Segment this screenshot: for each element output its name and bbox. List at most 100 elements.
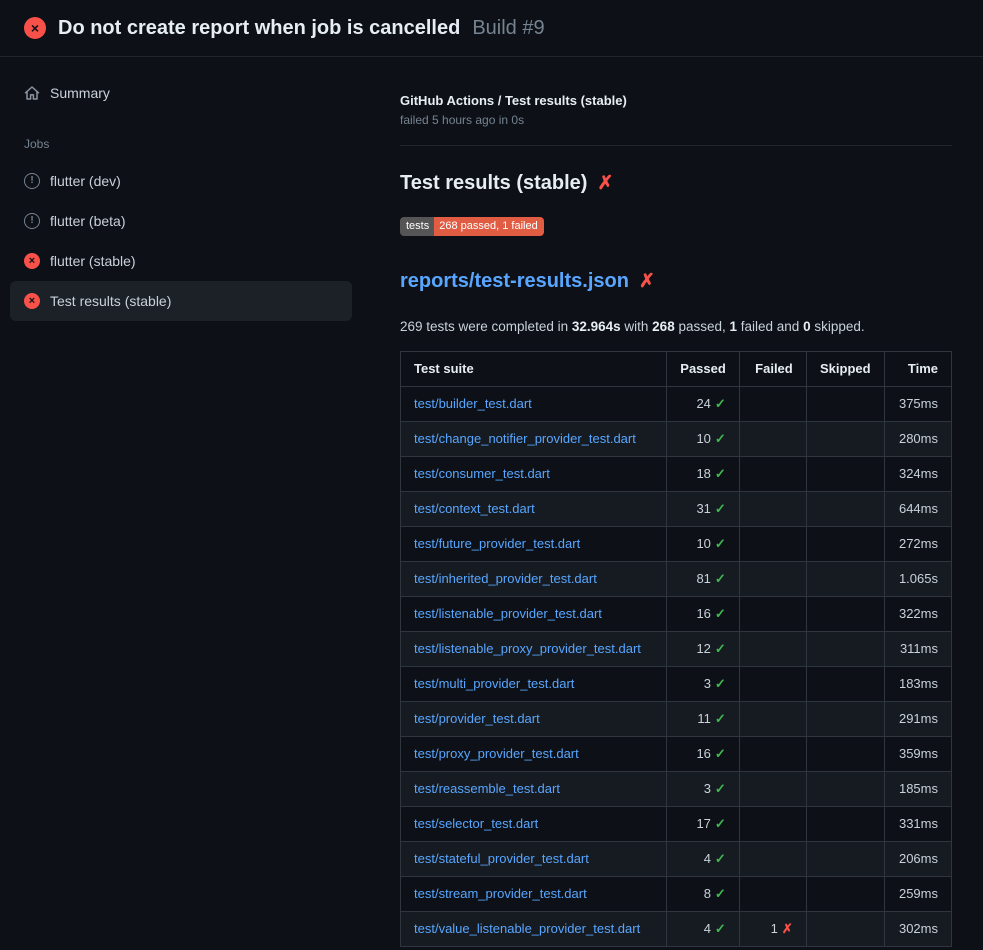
count-value: 4 (704, 851, 711, 866)
col-passed: Passed (667, 352, 740, 387)
sidebar-item-summary[interactable]: Summary (10, 73, 352, 113)
passed-cell: 18✓ (667, 457, 740, 492)
passed-cell: 4✓ (667, 912, 740, 947)
summary-mid3: failed and (737, 319, 803, 334)
test-suite-link[interactable]: test/value_listenable_provider_test.dart (414, 921, 640, 936)
suite-cell: test/proxy_provider_test.dart (401, 737, 667, 772)
test-suite-link[interactable]: test/reassemble_test.dart (414, 781, 560, 796)
table-row: test/consumer_test.dart 18✓ 324ms (401, 457, 952, 492)
failed-cell (739, 562, 806, 597)
time-cell: 644ms (884, 492, 951, 527)
summary-suffix: skipped. (811, 319, 865, 334)
test-suite-link[interactable]: test/context_test.dart (414, 501, 535, 516)
time-cell: 280ms (884, 422, 951, 457)
test-suite-link[interactable]: test/listenable_provider_test.dart (414, 606, 602, 621)
count-value: 11 (697, 711, 711, 726)
tests-badge: tests 268 passed, 1 failed (400, 217, 544, 236)
table-row: test/builder_test.dart24✓375ms (401, 387, 952, 422)
failed-cell (739, 772, 806, 807)
test-suite-link[interactable]: test/provider_test.dart (414, 711, 540, 726)
count-value: 3 (704, 676, 711, 691)
test-suite-link[interactable]: test/stateful_provider_test.dart (414, 851, 589, 866)
table-row: test/selector_test.dart 17✓ 331ms (401, 807, 952, 842)
count-value: 1 (771, 921, 778, 936)
count-value: 8 (704, 886, 711, 901)
table-header-row: Test suite Passed Failed Skipped Time (401, 352, 952, 387)
passed-cell: 16✓ (667, 597, 740, 632)
passed-cell: 12✓ (667, 632, 740, 667)
sidebar-job-item[interactable]: ! flutter (dev) (10, 161, 352, 201)
sidebar-job-item[interactable]: × Test results (stable) (10, 281, 352, 321)
col-failed: Failed (739, 352, 806, 387)
report-heading: reports/test-results.json ✗ (400, 270, 952, 293)
skipped-cell (806, 597, 884, 632)
failed-cell (739, 667, 806, 702)
col-time: Time (884, 352, 951, 387)
check-icon: ✓ (715, 676, 726, 691)
sidebar-job-label: flutter (beta) (50, 213, 125, 229)
suite-cell: test/stream_provider_test.dart (401, 877, 667, 912)
table-row: test/context_test.dart31✓644ms (401, 492, 952, 527)
count-value: 10 (696, 536, 710, 551)
test-suite-link[interactable]: test/change_notifier_provider_test.dart (414, 431, 636, 446)
test-suite-link[interactable]: test/future_provider_test.dart (414, 536, 580, 551)
failed-cell (739, 737, 806, 772)
sidebar-job-item[interactable]: × flutter (stable) (10, 241, 352, 281)
passed-cell: 4✓ (667, 842, 740, 877)
report-link[interactable]: reports/test-results.json (400, 270, 629, 293)
suite-cell: test/builder_test.dart (401, 387, 667, 422)
skipped-cell (806, 807, 884, 842)
table-row: test/inherited_provider_test.dart 81✓ 1.06… (401, 562, 952, 597)
suite-cell: test/reassemble_test.dart (401, 772, 667, 807)
time-cell: 259ms (884, 877, 951, 912)
x-circle-icon: × (24, 17, 46, 39)
failed-cell (739, 842, 806, 877)
sidebar-job-item[interactable]: ! flutter (beta) (10, 201, 352, 241)
sidebar-job-label: Test results (stable) (50, 293, 171, 309)
results-table-body: test/builder_test.dart24✓375mstest/chang… (401, 387, 952, 947)
alert-circle-icon: ! (24, 213, 40, 229)
table-row: test/proxy_provider_test.dart 16 ✓ 359ms (401, 737, 952, 772)
passed-cell: 11✓ (667, 702, 740, 737)
table-row: test/multi_provider_test.dart3✓183ms (401, 667, 952, 702)
suite-cell: test/inherited_provider_test.dart (401, 562, 667, 597)
time-cell: 324ms (884, 457, 951, 492)
sidebar-job-label: flutter (stable) (50, 253, 136, 269)
test-suite-link[interactable]: test/proxy_provider_test.dart (414, 746, 579, 761)
test-suite-link[interactable]: test/multi_provider_test.dart (414, 676, 574, 691)
check-icon: ✓ (715, 746, 726, 761)
test-suite-link[interactable]: test/consumer_test.dart (414, 466, 550, 481)
test-suite-link[interactable]: test/stream_provider_test.dart (414, 886, 587, 901)
x-icon: ✗ (597, 172, 613, 195)
check-icon: ✓ (715, 466, 726, 481)
passed-cell: 81✓ (667, 562, 740, 597)
failed-cell: 1✗ (739, 912, 806, 947)
check-icon: ✓ (715, 921, 726, 936)
count-value: 10 (696, 431, 710, 446)
passed-cell: 17✓ (667, 807, 740, 842)
table-row: test/reassemble_test.dart3✓185ms (401, 772, 952, 807)
sidebar-summary-label: Summary (50, 85, 110, 101)
table-row: test/listenable_provider_test.dart 16✓ 322… (401, 597, 952, 632)
table-row: test/future_provider_test.dart10✓272ms (401, 527, 952, 562)
test-suite-link[interactable]: test/builder_test.dart (414, 396, 532, 411)
time-cell: 322ms (884, 597, 951, 632)
time-cell: 359ms (884, 737, 951, 772)
failed-cell (739, 422, 806, 457)
jobs-list: ! flutter (dev) ! flutter (beta) × flutt… (10, 161, 352, 321)
suite-cell: test/change_notifier_provider_test.dart (401, 422, 667, 457)
time-cell: 331ms (884, 807, 951, 842)
check-icon: ✓ (715, 781, 726, 796)
passed-cell: 8✓ (667, 877, 740, 912)
suite-cell: test/listenable_proxy_provider_test.dart (401, 632, 667, 667)
time-cell: 1.065s (884, 562, 951, 597)
test-suite-link[interactable]: test/listenable_proxy_provider_test.dart (414, 641, 641, 656)
count-value: 24 (696, 396, 710, 411)
count-value: 16 (696, 746, 710, 761)
test-suite-link[interactable]: test/inherited_provider_test.dart (414, 571, 597, 586)
sidebar-job-label: flutter (dev) (50, 173, 121, 189)
check-icon: ✓ (715, 816, 726, 831)
time-cell: 185ms (884, 772, 951, 807)
test-suite-link[interactable]: test/selector_test.dart (414, 816, 538, 831)
section-heading: Test results (stable) ✗ (400, 172, 952, 195)
